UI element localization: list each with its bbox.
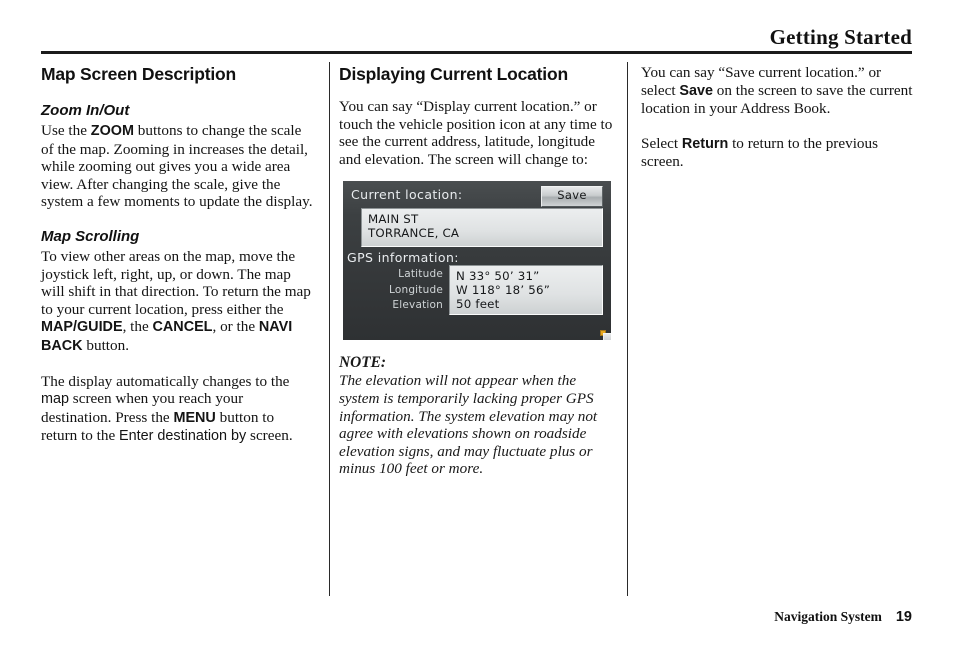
address-line-1: MAIN ST: [368, 212, 419, 227]
screen-name-enter-destination-by: Enter destination by: [119, 428, 247, 445]
return-button[interactable]: Return: [603, 333, 611, 341]
current-location-label: Current location:: [351, 187, 463, 203]
right-column: You can say “Save current location.” or …: [641, 64, 913, 171]
keyword-save: Save: [679, 82, 713, 99]
footer-page-number: 19: [895, 609, 912, 625]
paragraph-displaying-current-location-intro: You can say “Display current location.” …: [339, 98, 613, 168]
subsection-title-map-scrolling: Map Scrolling: [41, 227, 140, 245]
gps-values-box: N 33° 50’ 31” W 118° 18’ 56” 50 feet: [449, 265, 603, 316]
paragraph-save-current-location: You can say “Save current location.” or …: [641, 64, 913, 118]
page-title: Getting Started: [769, 25, 912, 49]
keyword-menu: MENU: [173, 409, 216, 426]
label-elevation: Elevation: [392, 299, 443, 312]
value-latitude: N 33° 50’ 31”: [456, 269, 540, 284]
header-divider-rule: [41, 51, 912, 54]
label-longitude: Longitude: [388, 283, 443, 296]
paragraph-map-scrolling: To view other areas on the map, move the…: [41, 248, 313, 356]
section-title-displaying-current-location: Displaying Current Location: [339, 64, 568, 84]
note-body: The elevation will not appear when the s…: [339, 372, 598, 478]
navigation-screen-figure: Current location: Save MAIN ST TORRANCE,…: [343, 181, 611, 341]
column-divider-left: [329, 62, 330, 596]
paragraph-select-return: Select Return to return to the previous …: [641, 135, 913, 171]
keyword-cancel: CANCEL: [152, 319, 213, 336]
text-run: To view other areas on the map, move the…: [41, 247, 311, 318]
label-latitude: Latitude: [398, 268, 443, 281]
address-display-box: MAIN ST TORRANCE, CA: [361, 208, 603, 248]
text-run: button.: [82, 336, 129, 354]
keyword-map-guide: MAP/GUIDE: [41, 319, 123, 336]
value-longitude: W 118° 18’ 56”: [456, 283, 551, 298]
left-column: Map Screen Description Zoom In/Out Use t…: [41, 64, 313, 446]
address-line-2: TORRANCE, CA: [368, 226, 460, 241]
screen-name-map: map: [41, 391, 69, 408]
middle-column: Displaying Current Location You can say …: [339, 64, 615, 478]
text-run: Use the: [41, 122, 91, 139]
text-run: , or the: [212, 318, 259, 336]
text-run: , the: [122, 318, 153, 336]
paragraph-zoom-description: Use the ZOOM buttons to change the scale…: [41, 122, 313, 211]
keyword-zoom: ZOOM: [90, 123, 134, 139]
note-block: NOTE: The elevation will not appear when…: [339, 354, 615, 478]
gps-information-label: GPS information:: [347, 250, 459, 266]
page-footer: Navigation System 19: [41, 608, 912, 626]
column-divider-right: [627, 62, 628, 596]
section-title-map-screen-description: Map Screen Description: [41, 64, 236, 84]
value-elevation: 50 feet: [456, 297, 500, 312]
keyword-return: Return: [681, 135, 729, 152]
gps-field-labels: Latitude Longitude Elevation: [379, 267, 443, 314]
footer-manual-name: Navigation System: [774, 609, 882, 624]
text-run: screen.: [246, 427, 293, 445]
text-run: Select: [641, 134, 682, 152]
text-run: The display automatically changes to the: [41, 372, 290, 390]
return-button-highlight: Return: [600, 330, 611, 341]
save-button[interactable]: Save: [541, 186, 603, 208]
subsection-title-zoom-in-out: Zoom In/Out: [41, 102, 130, 119]
note-label: NOTE:: [339, 354, 387, 372]
paragraph-display-auto-change: The display automatically changes to the…: [41, 373, 313, 446]
